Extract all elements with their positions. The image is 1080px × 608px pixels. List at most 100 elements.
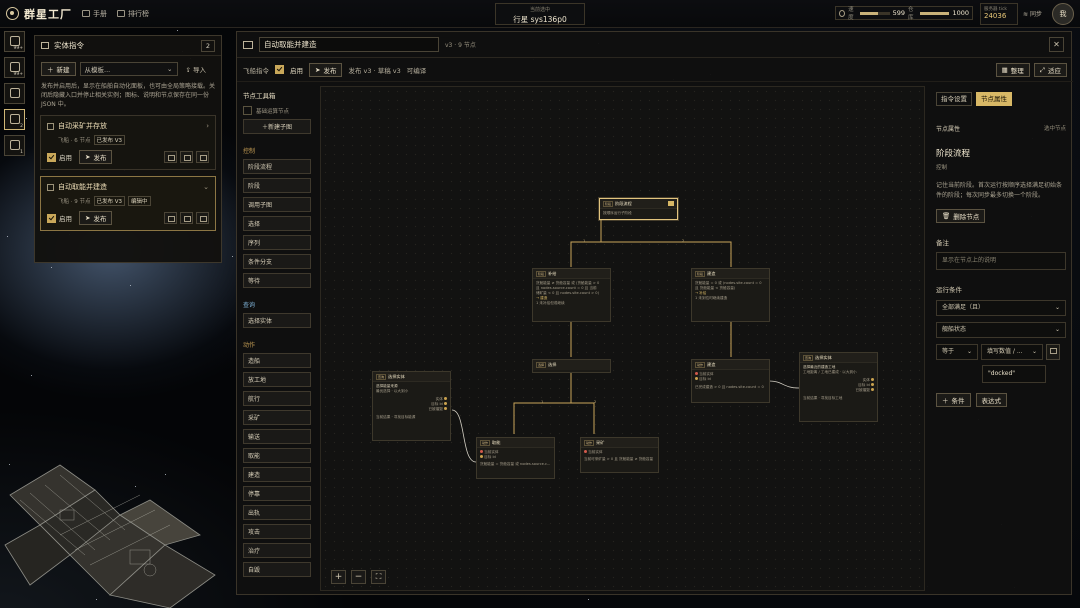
toolbox-item-action[interactable]: 取能	[243, 448, 311, 463]
node-build-action[interactable]: 动作 建造 当前实体 目标 Id 已完成建造 > 0 且 nodes.site.c…	[691, 359, 770, 403]
node-footer: 当前结果 · 寻找目标工地	[803, 396, 843, 400]
toolbox-item-query[interactable]: 选择实体	[243, 313, 311, 328]
delete-button[interactable]	[196, 151, 209, 163]
nav-manual[interactable]: 手册	[82, 9, 107, 19]
node-type-tag: 动作	[480, 439, 491, 446]
input-port[interactable]	[695, 372, 698, 375]
zoom-in-button[interactable]: +	[331, 570, 346, 584]
condition-mode-select[interactable]: 全部满足（且） ⌄	[936, 300, 1066, 316]
condition-operator-select[interactable]: 等于 ⌄	[936, 344, 978, 360]
rail-network-button[interactable]: 99+	[4, 57, 25, 78]
sync-status[interactable]: ≋ 同步	[1023, 9, 1042, 18]
command-meta: 飞船 · 6 节点	[58, 138, 91, 144]
new-command-button[interactable]: ＋新建	[41, 62, 76, 76]
toolbox-item-control[interactable]: 选择	[243, 216, 311, 231]
rail-commands-button[interactable]: 2	[4, 109, 25, 130]
node-mine[interactable]: 动作 采矿 当前实体 当前可采矿量 > 0 且 货舱能量 ≥ 货舱容量	[580, 437, 659, 473]
checkbox[interactable]	[243, 106, 252, 115]
publish-button[interactable]: ➤ 发布	[79, 150, 113, 164]
copy-button[interactable]	[164, 151, 177, 163]
selected-planet[interactable]: 当前选中 行星 sys136p0	[495, 3, 585, 25]
toolbox-item-action[interactable]: 攻击	[243, 524, 311, 539]
tab-node-properties[interactable]: 节点属性	[976, 92, 1012, 106]
node-supply[interactable]: 阶段 补给 货舱能量 ≥ 货舱容量 或 (货舱能量 > 0 且 nodes.sou…	[532, 268, 611, 322]
toolbox-item-action[interactable]: 建造	[243, 467, 311, 482]
rail-tasks-button[interactable]: 1	[4, 135, 25, 156]
condition-value-type-select[interactable]: 填写数值 / ... ⌄	[981, 344, 1043, 360]
base-nodes-toggle[interactable]: 基础运算节点	[243, 106, 314, 115]
output-port[interactable]	[871, 388, 874, 391]
graph-canvas[interactable]: 1 2 1 2 阶段 阶段流程 按顺序运行子阶段 阶段 补给 货舱能量 ≥ 货舱容量…	[320, 86, 925, 591]
avatar[interactable]: 我	[1052, 3, 1074, 25]
fit-button[interactable]: ⤢ 适应	[1033, 63, 1067, 77]
toolbox-item-control[interactable]: 条件分支	[243, 254, 311, 269]
delete-node-button[interactable]: 🗑 删除节点	[936, 209, 986, 223]
enable-checkbox[interactable]	[47, 152, 56, 162]
command-card[interactable]: 自动采矿并存放 › 飞船 · 6 节点 已发布 V3 启用 ➤ 发布	[40, 115, 216, 170]
node-select-entity-site[interactable]: 查询 选择实体 选择最近的建造工地 工地距离 / 工地已建成 · 以大到小 实体 …	[799, 352, 878, 422]
condition-field-select[interactable]: 舰船状态 ⌄	[936, 322, 1066, 338]
expression-button[interactable]: 表达式	[975, 393, 1007, 407]
tidy-button[interactable]: ▦ 整理	[995, 63, 1030, 77]
download-button[interactable]	[180, 151, 193, 163]
publish-button[interactable]: ➤ 发布	[79, 211, 113, 225]
node-build-phase[interactable]: 阶段 建造 货舱能量 = 0 或 (nodes.site.count = 0 且 …	[691, 268, 770, 322]
new-subgraph-button[interactable]: ＋ 新建子图	[243, 119, 311, 134]
editor-header: 自动取能并建造 v3 · 9 节点 ✕	[237, 32, 1071, 58]
cargo-value: 1000	[952, 9, 969, 17]
node-select[interactable]: 选择 选择	[532, 359, 611, 373]
toolbox-item-control[interactable]: 序列	[243, 235, 311, 250]
input-port[interactable]	[695, 377, 698, 380]
toolbox-item-action[interactable]: 造船	[243, 353, 311, 368]
template-select[interactable]: 从模板... ⌄	[79, 62, 178, 76]
command-name-input[interactable]: 自动取能并建造	[259, 37, 439, 52]
enable-checkbox[interactable]	[47, 213, 56, 223]
rail-fleet-button[interactable]: 99+	[4, 31, 25, 52]
copy-button[interactable]	[164, 212, 177, 224]
fit-view-button[interactable]: ⛶	[371, 570, 386, 584]
toolbox-item-action[interactable]: 采矿	[243, 410, 311, 425]
zoom-out-button[interactable]: −	[351, 570, 366, 584]
output-port[interactable]	[444, 407, 447, 410]
toolbox-item-action[interactable]: 放工地	[243, 372, 311, 387]
output-port[interactable]	[444, 402, 447, 405]
input-port[interactable]	[480, 455, 483, 458]
output-port[interactable]	[871, 378, 874, 381]
toolbox-item-action[interactable]: 停靠	[243, 486, 311, 501]
toolbox-item-control[interactable]: 阶段流程	[243, 159, 311, 174]
app-logo[interactable]: 群星工厂	[0, 6, 82, 22]
plus-icon: ＋	[47, 66, 54, 74]
close-button[interactable]: ✕	[1049, 37, 1064, 52]
node-title: 建造	[707, 361, 716, 367]
toolbox-item-control[interactable]: 等待	[243, 273, 311, 288]
rail-logistics-button[interactable]	[4, 83, 25, 104]
toolbox-item-action[interactable]: 出轨	[243, 505, 311, 520]
nav-leaderboard[interactable]: 排行榜	[117, 9, 149, 19]
node-phase-flow[interactable]: 阶段 阶段流程 按顺序运行子阶段	[599, 198, 678, 220]
toolbox-item-control[interactable]: 阶段	[243, 178, 311, 193]
toolbox-item-action[interactable]: 输送	[243, 429, 311, 444]
remark-input[interactable]: 显示在节点上的说明	[936, 252, 1066, 270]
input-port[interactable]	[480, 450, 483, 453]
node-take-energy[interactable]: 动作 取能 当前实体 目标 Id 货舱能量 = 货舱容量 或 nodes.sour…	[476, 437, 555, 479]
toolbox-item-control[interactable]: 调用子图	[243, 197, 311, 212]
toolbox-item-action[interactable]: 治疗	[243, 543, 311, 558]
add-condition-button[interactable]: ＋条件	[936, 393, 971, 407]
enable-checkbox[interactable]	[275, 65, 284, 74]
logo-icon	[6, 7, 19, 20]
node-select-entity-source[interactable]: 查询 选择实体 选择能量来源 最优选择 · 以大到小 实体 目标 Id 已被摧毁 …	[372, 371, 451, 441]
delete-button[interactable]	[196, 212, 209, 224]
command-card-selected[interactable]: 自动取能并建造 ⌄ 飞船 · 9 节点 已发布 V3 编辑中 启用 ➤ 发布	[40, 176, 216, 231]
condition-value-input[interactable]: "docked"	[982, 365, 1046, 383]
publish-button[interactable]: ➤ 发布	[309, 62, 343, 77]
download-button[interactable]	[180, 212, 193, 224]
output-port[interactable]	[871, 383, 874, 386]
toolbox-item-action[interactable]: 自毁	[243, 562, 311, 577]
output-port[interactable]	[444, 397, 447, 400]
import-button[interactable]: ⇪ 导入	[186, 64, 207, 74]
node-toolbox: 节点工具箱 基础运算节点 ＋ 新建子图 控制 阶段流程 阶段 调用子图 选择 序列 条件分…	[240, 86, 314, 592]
remove-condition-button[interactable]	[1046, 344, 1060, 360]
toolbox-item-action[interactable]: 航行	[243, 391, 311, 406]
input-port[interactable]	[584, 450, 587, 453]
tab-command-settings[interactable]: 指令设置	[936, 92, 972, 106]
